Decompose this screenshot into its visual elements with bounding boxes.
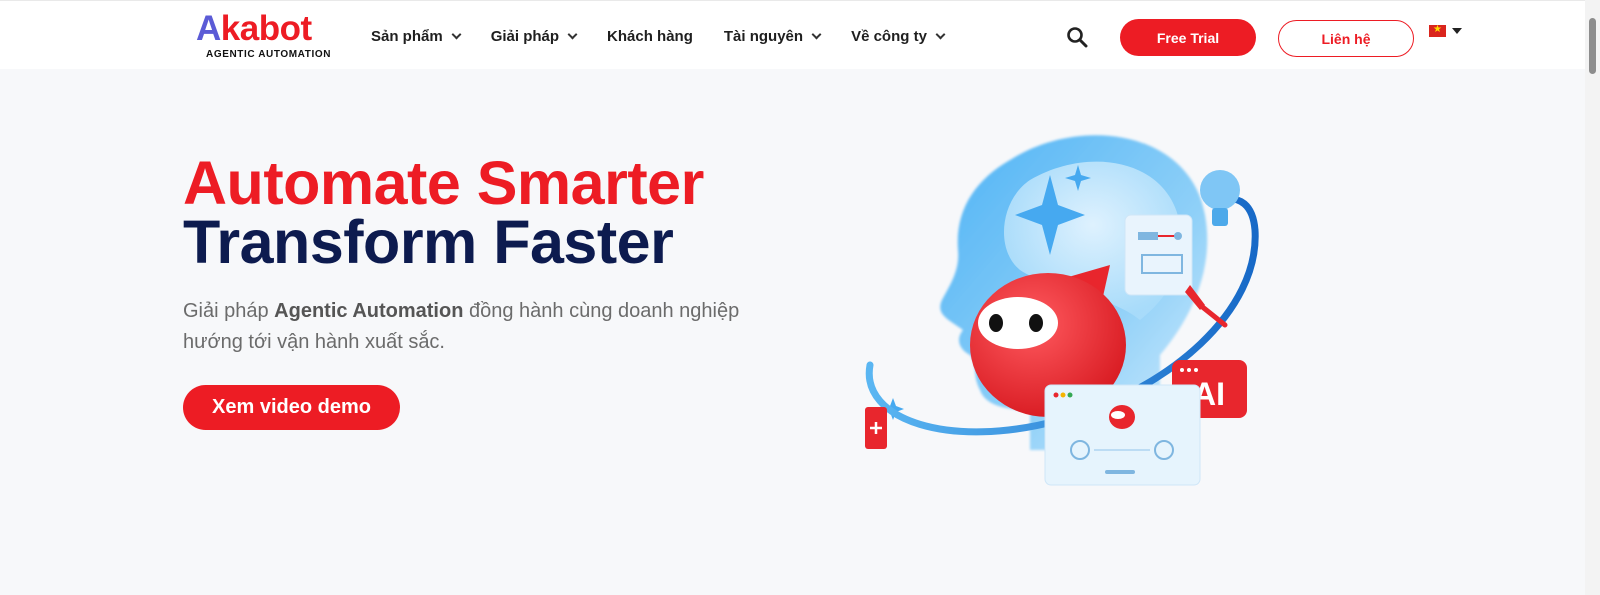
free-trial-button[interactable]: Free Trial xyxy=(1120,19,1256,56)
vietnam-flag-icon xyxy=(1429,22,1446,38)
main-nav: Sản phẩm Giải pháp Khách hàng Tài nguyên… xyxy=(371,24,975,48)
watch-demo-button[interactable]: Xem video demo xyxy=(183,385,400,430)
chevron-down-icon xyxy=(935,29,946,39)
search-icon[interactable] xyxy=(1066,26,1088,48)
logo-tagline: AGENTIC AUTOMATION xyxy=(206,49,332,60)
chevron-down-icon xyxy=(567,29,578,39)
contact-button[interactable]: Liên hệ xyxy=(1278,20,1414,57)
scrollbar-thumb[interactable] xyxy=(1589,18,1596,74)
hero-headline-line2: Transform Faster xyxy=(183,208,674,276)
ai-head-illustration: AI xyxy=(860,120,1290,540)
page-scrollbar[interactable] xyxy=(1585,0,1600,595)
plus-card-icon xyxy=(865,407,887,449)
site-header: Akabot AGENTIC AUTOMATION Sản phẩm Giải … xyxy=(0,0,1600,69)
nav-item-giai-phap[interactable]: Giải pháp xyxy=(491,28,578,45)
hero-headline-line1: Automate Smarter xyxy=(183,149,704,217)
chevron-down-icon xyxy=(451,29,462,39)
hero-subtitle: Giải pháp Agentic Automation đồng hành c… xyxy=(183,300,740,353)
logo-wordmark: Akabot xyxy=(196,9,312,48)
akabot-logo[interactable]: Akabot AGENTIC AUTOMATION xyxy=(196,9,336,63)
nav-item-tai-nguyen[interactable]: Tài nguyên xyxy=(724,28,822,45)
nav-item-san-pham[interactable]: Sản phẩm xyxy=(371,28,462,45)
nav-item-khach-hang[interactable]: Khách hàng xyxy=(607,28,693,45)
language-selector[interactable] xyxy=(1429,22,1465,39)
lightbulb-icon xyxy=(1200,170,1240,226)
chevron-down-icon xyxy=(811,29,822,39)
app-window-icon xyxy=(1044,384,1201,486)
nav-item-ve-cong-ty[interactable]: Về công ty xyxy=(851,28,946,45)
caret-down-icon xyxy=(1452,28,1462,34)
